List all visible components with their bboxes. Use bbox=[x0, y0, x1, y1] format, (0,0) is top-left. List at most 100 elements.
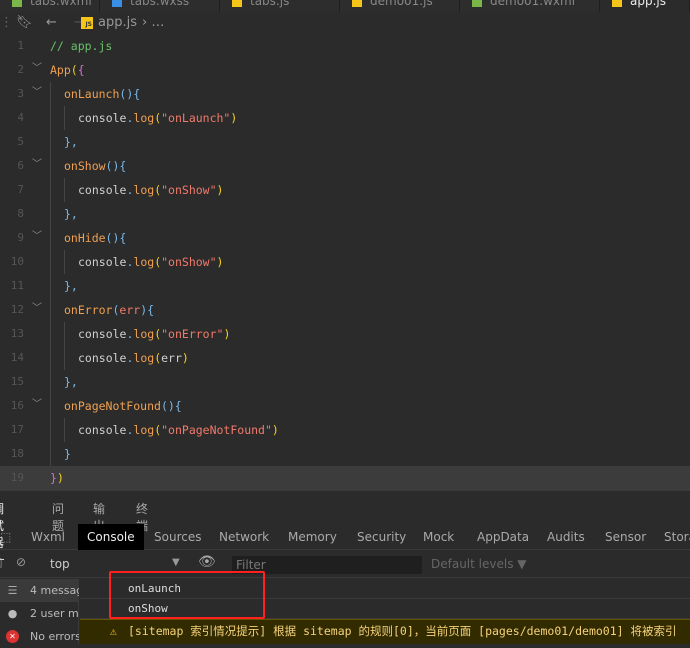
fold-chevron-icon[interactable]: ﹀ bbox=[32, 153, 42, 177]
file-tab[interactable]: demo01.wxml bbox=[460, 0, 600, 12]
line-number: 12 bbox=[10, 303, 24, 316]
code-token: console bbox=[78, 327, 127, 341]
warning-text: [sitemap 索引情况提示] 根据 sitemap 的规则[0]，当前页面 … bbox=[128, 624, 677, 638]
file-tabs: tabs.wxml tabs.wxss tabs.js demo01.js demo01… bbox=[0, 0, 690, 12]
list-icon: ☰ bbox=[7, 584, 18, 597]
sidebar-item[interactable]: ✕ No errors bbox=[0, 625, 79, 648]
code-line: 17 console.log("onPageNotFound") bbox=[0, 418, 690, 442]
indent-guide bbox=[50, 442, 51, 466]
line-number: 15 bbox=[10, 375, 24, 388]
code-token: }, bbox=[64, 375, 78, 389]
back-arrow-icon[interactable]: ← bbox=[46, 15, 57, 30]
code-line: 16 ﹀ onPageNotFound(){ bbox=[0, 394, 690, 418]
devtools-tabs: ⬚ Wxml Console Sources Network Memory Securit… bbox=[0, 524, 690, 550]
warning-icon: ⚠ bbox=[110, 624, 117, 638]
code-text: console.log("onError") bbox=[78, 322, 230, 346]
line-number: 5 bbox=[17, 135, 24, 148]
code-token: console bbox=[78, 183, 127, 197]
code-text: onLaunch(){ bbox=[64, 82, 140, 106]
context-select[interactable]: top bbox=[50, 557, 70, 571]
inspect-icon[interactable]: ⬚ bbox=[0, 524, 11, 550]
indent-guide bbox=[50, 418, 51, 442]
wxml-file-icon bbox=[12, 0, 22, 7]
line-number: 8 bbox=[17, 207, 24, 220]
devtools-tab-mock[interactable]: Mock bbox=[423, 524, 454, 550]
file-tab[interactable]: tabs.js bbox=[220, 0, 340, 12]
indent-guide bbox=[64, 250, 65, 274]
js-file-icon bbox=[352, 0, 362, 7]
code-token: onError bbox=[64, 303, 113, 317]
devtools-tab-sources[interactable]: Sources bbox=[154, 524, 201, 550]
code-token: log bbox=[133, 183, 155, 197]
devtools-tab-sensor[interactable]: Sensor bbox=[605, 524, 646, 550]
code-token: err bbox=[119, 303, 141, 317]
code-token: ) bbox=[216, 183, 224, 197]
code-text: onError(err){ bbox=[64, 298, 154, 322]
devtools-tab-appdata[interactable]: AppData bbox=[477, 524, 529, 550]
code-token: "onPageNotFound" bbox=[161, 423, 272, 437]
fold-chevron-icon[interactable]: ﹀ bbox=[32, 225, 42, 249]
line-number: 18 bbox=[10, 447, 24, 460]
file-tab[interactable]: demo01.js bbox=[340, 0, 460, 12]
code-text: // app.js bbox=[50, 34, 112, 58]
console-toolbar: ▯ ⊘ top ▼ 👁︎ Filter Default levels ▼ bbox=[0, 552, 690, 578]
devtools-tab-network[interactable]: Network bbox=[219, 524, 269, 550]
fold-chevron-icon[interactable]: ﹀ bbox=[32, 393, 42, 417]
code-line: 6 ﹀ onShow(){ bbox=[0, 154, 690, 178]
devtools-tab-memory[interactable]: Memory bbox=[288, 524, 337, 550]
devtools-tab-console[interactable]: Console bbox=[78, 524, 144, 550]
code-text: App({ bbox=[50, 58, 85, 82]
file-tab[interactable]: tabs.wxml bbox=[0, 0, 100, 12]
devtools-tab-audits[interactable]: Audits bbox=[547, 524, 585, 550]
devtools-tab-stora[interactable]: Stora bbox=[664, 524, 690, 550]
file-tab[interactable]: tabs.wxss bbox=[100, 0, 220, 12]
code-token: onHide bbox=[64, 231, 106, 245]
file-tab-label: demo01.wxml bbox=[490, 0, 576, 8]
file-tab-label: tabs.wxml bbox=[30, 0, 92, 8]
indent-guide bbox=[50, 394, 51, 418]
menu-icon[interactable]: ⋮ bbox=[0, 15, 13, 30]
indent-guide bbox=[64, 322, 65, 346]
sidebar-item[interactable]: ● 2 user mess... bbox=[0, 602, 79, 625]
code-line: 4 console.log("onLaunch") bbox=[0, 106, 690, 130]
code-line: 10 console.log("onShow") bbox=[0, 250, 690, 274]
context-dropdown-icon[interactable]: ▼ bbox=[172, 557, 180, 568]
devtools-tab-security[interactable]: Security bbox=[357, 524, 406, 550]
indent-guide bbox=[64, 106, 65, 130]
code-text: console.log(err) bbox=[78, 346, 189, 370]
fold-chevron-icon[interactable]: ﹀ bbox=[32, 57, 42, 81]
code-text: console.log("onPageNotFound") bbox=[78, 418, 279, 442]
levels-dropdown[interactable]: Default levels ▼ bbox=[431, 557, 527, 571]
code-text: }, bbox=[64, 130, 78, 154]
line-number: 14 bbox=[10, 351, 24, 364]
indent-guide bbox=[50, 178, 51, 202]
console-warning: ⚠ [sitemap 索引情况提示] 根据 sitemap 的规则[0]，当前页… bbox=[80, 619, 690, 644]
file-tab[interactable]: app.js bbox=[600, 0, 690, 12]
indent-guide bbox=[50, 370, 51, 394]
breadcrumb-rest[interactable]: › … bbox=[142, 15, 164, 30]
indent-guide bbox=[50, 346, 51, 370]
code-token: (){ bbox=[105, 231, 127, 245]
code-token: }, bbox=[64, 135, 78, 149]
code-token: { bbox=[77, 63, 85, 77]
code-text: }, bbox=[64, 274, 78, 298]
code-line: 13 console.log("onError") bbox=[0, 322, 690, 346]
sidebar-item[interactable]: ☰ 4 messages bbox=[0, 579, 79, 602]
code-editor[interactable]: 1// app.js 2 ﹀ App({3 ﹀ onLaunch(){4 console.l… bbox=[0, 34, 690, 490]
line-number: 11 bbox=[10, 279, 24, 292]
clear-console-icon[interactable]: ⊘ bbox=[16, 555, 26, 569]
code-token: ) bbox=[223, 327, 231, 341]
file-tab-label: tabs.wxss bbox=[130, 0, 190, 8]
fold-chevron-icon[interactable]: ﹀ bbox=[32, 81, 42, 105]
bookmark-icon[interactable]: 🔖︎ bbox=[16, 15, 33, 30]
code-token: console bbox=[78, 111, 127, 125]
code-text: onHide(){ bbox=[64, 226, 126, 250]
code-token: console bbox=[78, 255, 127, 269]
code-token: ( bbox=[70, 63, 78, 77]
devtools-tab-wxml[interactable]: Wxml bbox=[31, 524, 65, 550]
indent-guide bbox=[50, 202, 51, 226]
eye-icon[interactable]: 👁︎ bbox=[198, 554, 216, 570]
fold-chevron-icon[interactable]: ﹀ bbox=[32, 297, 42, 321]
breadcrumb-file[interactable]: app.js bbox=[98, 15, 137, 30]
sidebar-toggle-icon[interactable]: ▯ bbox=[0, 555, 3, 569]
